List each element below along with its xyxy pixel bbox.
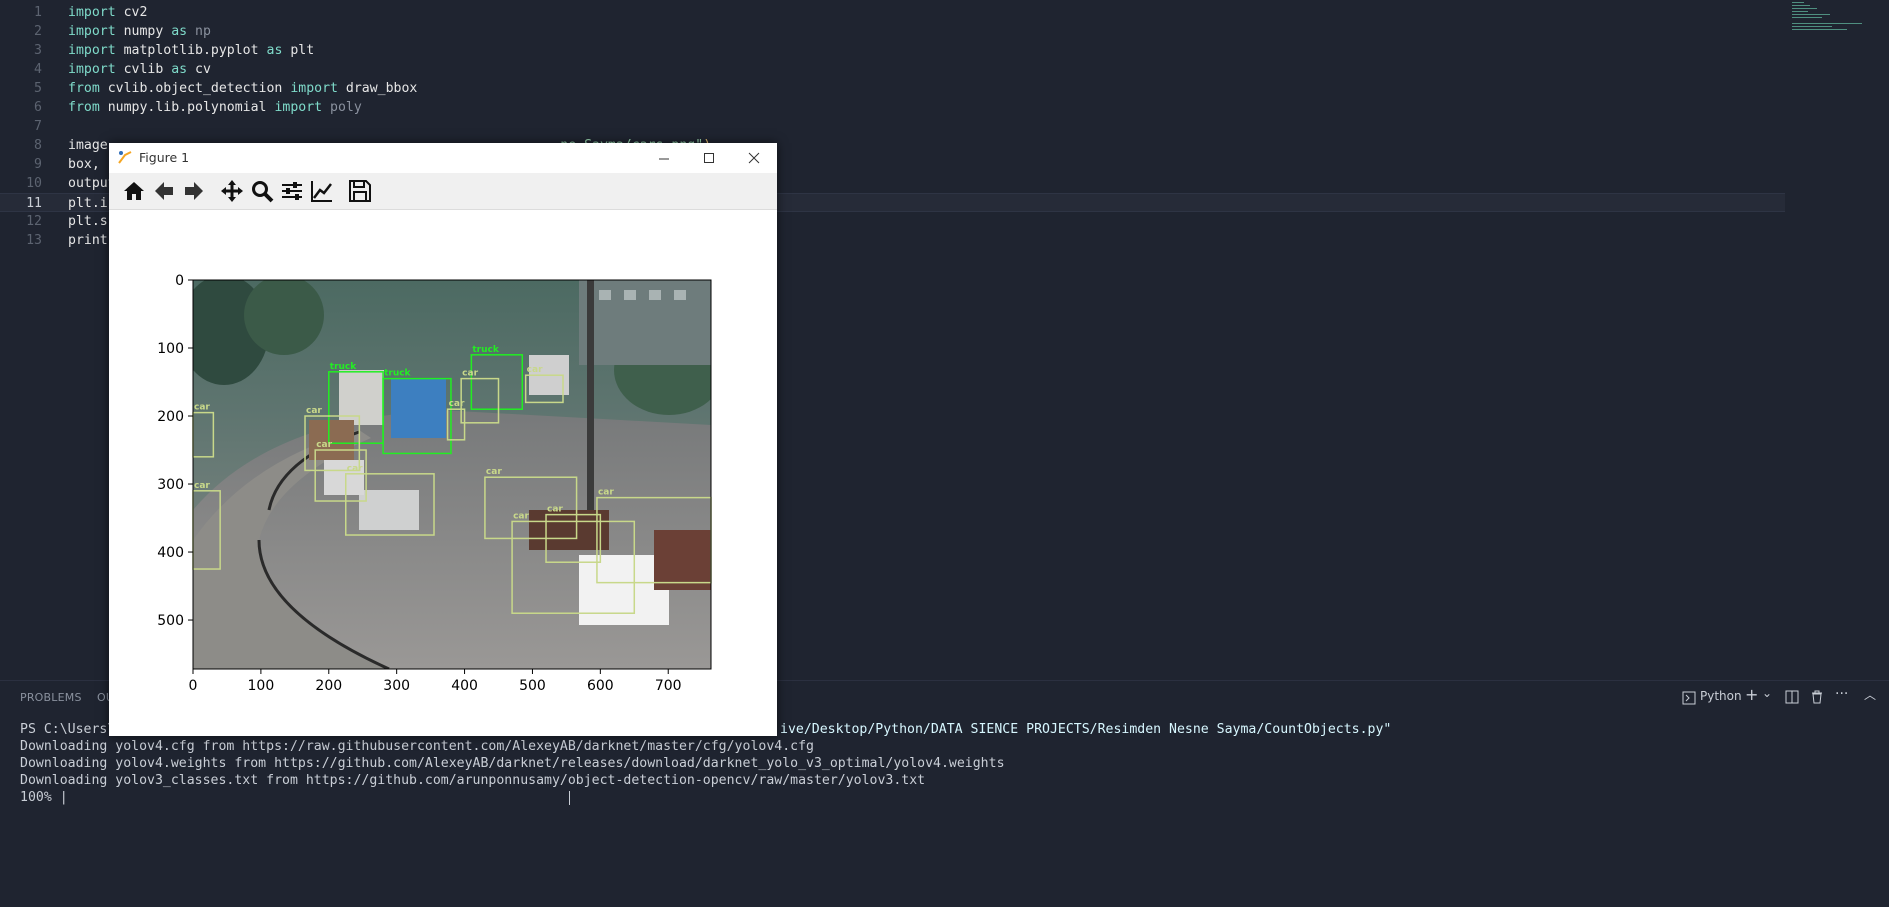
pan-move-icon[interactable]: [219, 178, 245, 204]
line-number: 1: [34, 5, 42, 20]
code-text[interactable]: import cvlib as cv: [68, 60, 211, 79]
y-tick-label: 400: [157, 545, 184, 561]
line-number: 6: [34, 100, 42, 115]
chevron-down-icon[interactable]: ⌄: [1762, 686, 1772, 700]
progress-cursor: [569, 791, 570, 805]
terminal-line-2: Downloading yolov4.cfg from https://raw.…: [20, 739, 814, 754]
x-tick-label: 500: [519, 678, 546, 694]
terminal-line-1-suffix: ive/Desktop/Python/DATA SIENCE PROJECTS/…: [780, 722, 1392, 737]
window-titlebar[interactable]: Figure 1: [109, 143, 777, 173]
terminal-line-1: PS C:\Users\e: [20, 722, 124, 737]
bbox-label: car: [316, 440, 332, 450]
close-icon[interactable]: [743, 147, 765, 169]
line-number: 3: [34, 43, 42, 58]
code-line[interactable]: 6 from numpy.lib.polynomial import poly: [0, 98, 1785, 117]
line-number: 7: [34, 119, 42, 134]
terminal-line-4: Downloading yolov3_classes.txt from http…: [20, 773, 926, 788]
code-line[interactable]: 2 import numpy as np: [0, 22, 1785, 41]
code-line[interactable]: 7: [0, 117, 1785, 136]
terminal-line-5: 100% |: [20, 790, 68, 805]
bbox-label: car: [194, 481, 210, 491]
zoom-magnifier-icon[interactable]: [249, 178, 275, 204]
code-text[interactable]: import cv2: [68, 3, 147, 22]
line-number: 11: [26, 196, 42, 211]
bbox-label: truck: [384, 369, 411, 379]
bbox-label: car: [527, 365, 543, 375]
code-line[interactable]: 4 import cvlib as cv: [0, 60, 1785, 79]
line-number: 13: [26, 233, 42, 248]
matplotlib-toolbar: [109, 173, 777, 210]
line-number: 8: [34, 138, 42, 153]
maximize-panel-icon[interactable]: ︿: [1864, 686, 1876, 703]
terminal-icon: [1682, 691, 1696, 708]
code-text[interactable]: import matplotlib.pyplot as plt: [68, 41, 314, 60]
bbox-label: car: [347, 464, 363, 474]
bbox-label: car: [194, 403, 210, 413]
x-tick-label: 300: [383, 678, 410, 694]
code-line[interactable]: 1 import cv2: [0, 3, 1785, 22]
figure-window[interactable]: Figure 1 truck truck truck car car car c…: [109, 143, 777, 736]
trash-icon[interactable]: [1810, 690, 1824, 707]
y-tick-label: 300: [157, 477, 184, 493]
matplotlib-logo-icon: [117, 149, 133, 169]
y-tick-label: 500: [157, 613, 184, 629]
bbox-label: car: [486, 467, 502, 477]
y-tick-label: 100: [157, 341, 184, 357]
line-number: 9: [34, 157, 42, 172]
bbox-label: truck: [472, 345, 499, 355]
minimap[interactable]: [1792, 2, 1862, 32]
code-line[interactable]: 3 import matplotlib.pyplot as plt: [0, 41, 1785, 60]
x-tick-label: 700: [655, 678, 682, 694]
code-text[interactable]: plt.i: [68, 194, 108, 213]
save-floppy-icon[interactable]: [347, 178, 373, 204]
line-number: 2: [34, 24, 42, 39]
bbox-label: car: [598, 488, 614, 498]
back-arrow-icon[interactable]: [151, 178, 177, 204]
more-actions-icon[interactable]: ···: [1835, 686, 1848, 702]
minimize-icon[interactable]: [653, 147, 675, 169]
terminal-profile-label[interactable]: Python: [1700, 689, 1742, 703]
line-number: 10: [26, 176, 42, 191]
bbox-label: truck: [330, 362, 357, 372]
x-tick-label: 100: [248, 678, 275, 694]
chart: truck truck truck car car car car car car car car c…: [157, 273, 712, 694]
code-text[interactable]: from cvlib.object_detection import draw_…: [68, 79, 417, 98]
split-terminal-icon[interactable]: [1785, 690, 1799, 707]
bbox-label: car: [462, 369, 478, 379]
tab-problems[interactable]: PROBLEMS: [20, 691, 82, 704]
y-tick-label: 0: [175, 273, 184, 289]
code-text[interactable]: import numpy as np: [68, 22, 211, 41]
window-title: Figure 1: [139, 150, 190, 165]
terminal-line-3: Downloading yolov4.weights from https://…: [20, 756, 1005, 771]
bbox-label: car: [547, 505, 563, 515]
edit-axis-icon[interactable]: [309, 178, 335, 204]
code-text[interactable]: box,: [68, 155, 100, 174]
line-number: 5: [34, 81, 42, 96]
bbox-label: car: [449, 399, 465, 409]
bbox-label: car: [513, 511, 529, 521]
x-tick-label: 400: [451, 678, 478, 694]
code-line[interactable]: 5 from cvlib.object_detection import draw…: [0, 79, 1785, 98]
code-text[interactable]: from numpy.lib.polynomial import poly: [68, 98, 362, 117]
street-photo: [193, 280, 711, 669]
plot-canvas[interactable]: truck truck truck car car car car car car car car c…: [109, 210, 777, 736]
maximize-icon[interactable]: [698, 147, 720, 169]
x-tick-label: 0: [189, 678, 198, 694]
home-icon[interactable]: [121, 178, 147, 204]
code-text[interactable]: print: [68, 231, 108, 250]
y-tick-label: 200: [157, 409, 184, 425]
configure-subplots-icon[interactable]: [279, 178, 305, 204]
line-number: 12: [26, 214, 42, 229]
forward-arrow-icon[interactable]: [181, 178, 207, 204]
new-terminal-icon[interactable]: +: [1745, 685, 1758, 704]
line-number: 4: [34, 62, 42, 77]
bbox-label: car: [306, 406, 322, 416]
x-tick-label: 600: [587, 678, 614, 694]
x-tick-label: 200: [315, 678, 342, 694]
